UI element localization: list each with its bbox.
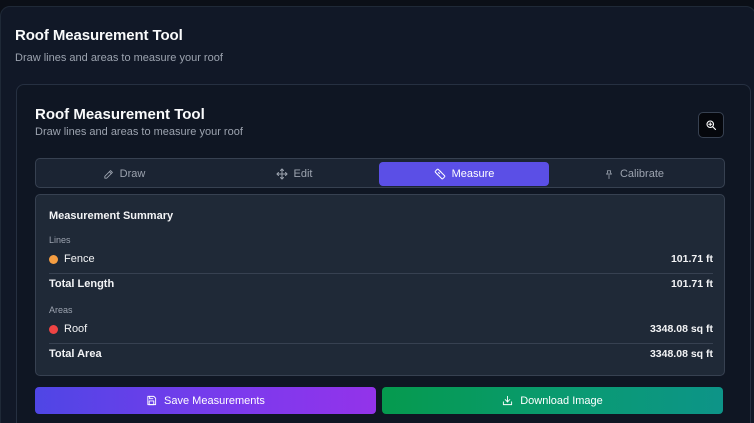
tab-measure[interactable]: Measure [379,162,549,186]
area-name: Roof [64,323,88,335]
pin-icon [606,169,612,179]
zoom-button[interactable] [698,112,724,138]
tab-edit[interactable]: Edit [209,162,379,186]
ruler-icon [434,168,445,180]
line-row-fence: Fence 101.71 ft [49,252,713,266]
divider [49,273,713,274]
total-length-label: Total Length [49,278,115,290]
page-subtitle: Draw lines and areas to measure your roo… [15,52,223,64]
page-title: Roof Measurement Tool [15,27,183,44]
total-area-row: Total Area 3348.08 sq ft [49,347,713,361]
card-subtitle: Draw lines and areas to measure your roo… [35,126,243,138]
tab-draw-label: Draw [119,168,146,180]
download-image-button[interactable]: Download Image [382,387,723,414]
total-area-value: 3348.08 sq ft [649,348,713,360]
download-icon [503,395,513,406]
app-window: Roof Measurement Tool Draw lines and are… [0,6,754,423]
lines-section-label: Lines [49,235,71,245]
roof-color-dot [49,324,58,334]
card-title: Roof Measurement Tool [35,106,205,123]
total-area-label: Total Area [49,348,102,360]
fence-color-dot [49,254,58,264]
total-length-value: 101.71 ft [670,278,713,290]
area-value: 3348.08 sq ft [649,323,713,335]
divider [49,343,713,344]
tab-measure-label: Measure [451,168,495,180]
line-name: Fence [64,253,95,265]
line-value: 101.71 ft [670,253,713,265]
area-row-roof: Roof 3348.08 sq ft [49,322,713,336]
measurement-summary: Measurement Summary Lines Fence 101.71 f… [35,194,725,376]
save-button-label: Save Measurements [164,394,265,407]
tab-draw[interactable]: Draw [39,162,209,186]
measurement-card: Roof Measurement Tool Draw lines and are… [16,84,751,423]
total-length-row: Total Length 101.71 ft [49,277,713,291]
areas-section-label: Areas [49,305,73,315]
summary-title: Measurement Summary [49,210,174,222]
move-icon [276,168,288,180]
pencil-icon [104,169,113,179]
download-button-label: Download Image [520,394,603,407]
tab-edit-label: Edit [293,168,313,180]
save-measurements-button[interactable]: Save Measurements [35,387,376,414]
mode-tabs: Draw Edit Measure Calibrate [35,158,725,188]
tab-calibrate[interactable]: Calibrate [549,162,719,186]
zoom-in-icon [706,120,717,131]
tab-calibrate-label: Calibrate [619,168,665,180]
save-icon [147,395,157,406]
